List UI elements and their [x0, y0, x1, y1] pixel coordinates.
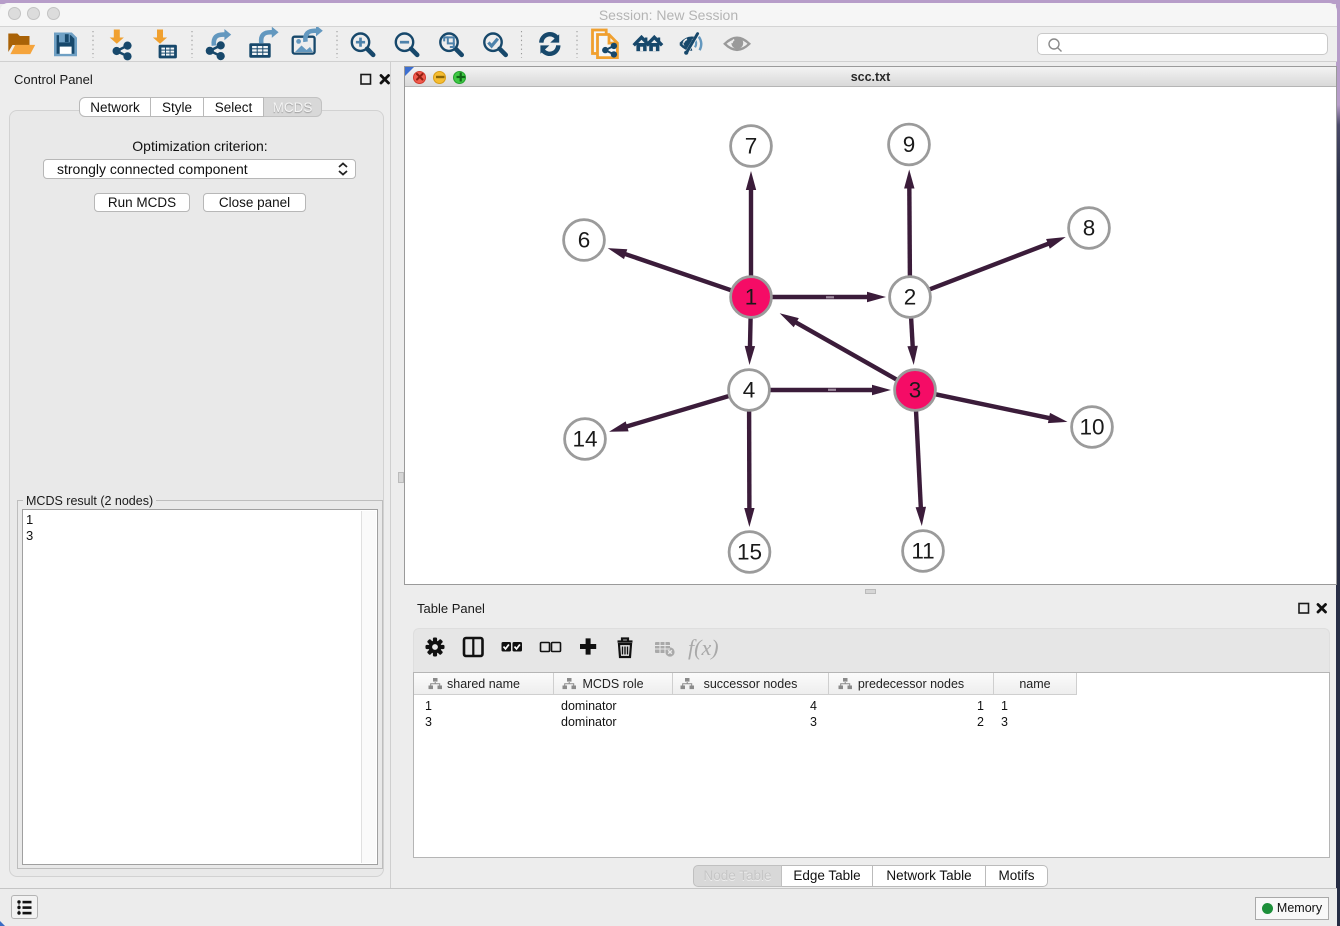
svg-text:4: 4 — [743, 378, 756, 403]
svg-text:3: 3 — [909, 378, 922, 403]
svg-text:9: 9 — [903, 132, 916, 157]
svg-text:11: 11 — [911, 539, 934, 564]
svg-text:1: 1 — [745, 285, 758, 310]
svg-text:f(x): f(x) — [688, 635, 719, 660]
svg-text:8: 8 — [1083, 216, 1096, 241]
svg-text:10: 10 — [1079, 415, 1104, 440]
svg-text:2: 2 — [904, 285, 917, 310]
svg-text:7: 7 — [745, 134, 758, 159]
svg-text:15: 15 — [737, 540, 762, 565]
svg-text:14: 14 — [572, 427, 597, 452]
svg-text:6: 6 — [578, 228, 591, 253]
